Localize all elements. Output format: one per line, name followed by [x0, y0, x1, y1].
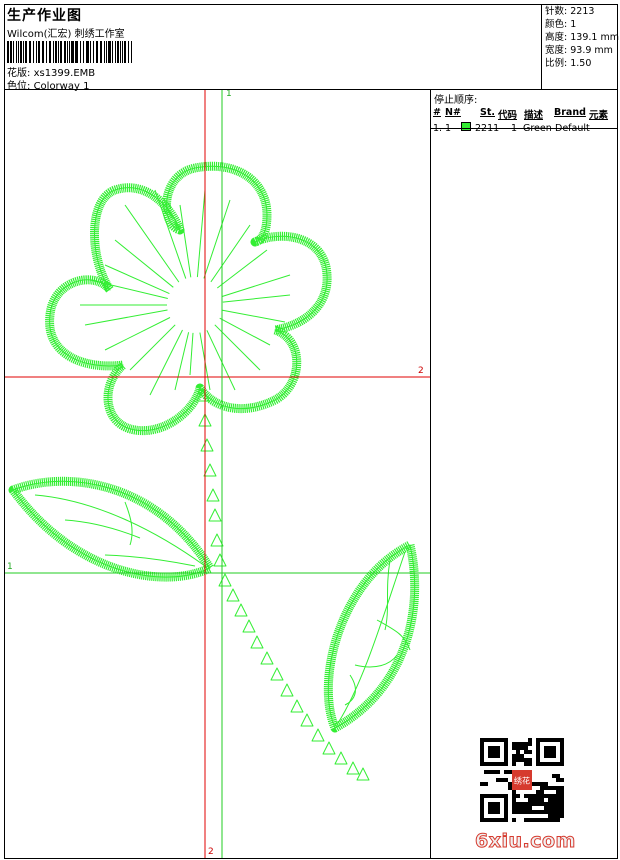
embroidery-drawing — [5, 90, 430, 858]
qr-badge-text: 绣花 — [514, 776, 530, 786]
page-title: 生产作业图 — [7, 8, 82, 24]
header-info: 生产作业图 Wilcom(汇宏) 刺绣工作室 花版: xs1399.EMB 色位… — [5, 5, 541, 92]
stat-width: 宽度: 93.9 mm — [545, 45, 613, 56]
stats-panel: 针数: 2213 颜色: 1 高度: 139.1 mm 宽度: 93.9 mm … — [541, 5, 619, 89]
axis-label-red-vertical: 2 — [208, 847, 214, 857]
axis-label-green-vertical: 1 — [226, 89, 232, 99]
subtitle: Wilcom(汇宏) 刺绣工作室 — [7, 29, 125, 40]
stat-scale: 比例: 1.50 — [545, 58, 592, 69]
col-element: 元素 — [589, 110, 609, 121]
header: 生产作业图 Wilcom(汇宏) 刺绣工作室 花版: xs1399.EMB 色位… — [4, 4, 619, 92]
col-needle: N# — [445, 107, 461, 118]
design-canvas: 1 2 1 2 — [4, 89, 431, 859]
stop-sequence-title: 停止顺序: — [434, 95, 478, 106]
barcode-icon — [7, 41, 132, 63]
col-brand: Brand — [554, 107, 586, 118]
stat-stitches: 针数: 2213 — [545, 6, 595, 17]
divider — [431, 128, 617, 129]
axis-label-red-horizontal: 2 — [418, 366, 424, 376]
col-code: 代码 — [498, 110, 518, 121]
stitch-outline — [8, 161, 420, 781]
col-stitches: St. — [480, 107, 495, 118]
watermark-logo: 6xiu.com — [475, 830, 576, 853]
stat-height: 高度: 139.1 mm — [545, 32, 619, 43]
axis-label-green-horizontal: 1 — [7, 562, 13, 572]
stop-sequence-panel: 停止顺序: # N# St. 代码 描述 Brand 元素 1. 1 2211 … — [430, 89, 618, 859]
stop-sequence-header: # N# St. 代码 描述 Brand 元素 — [431, 107, 617, 121]
stat-colors: 颜色: 1 — [545, 19, 577, 30]
qr-code-icon[interactable]: 绣花 — [480, 738, 564, 822]
col-index: # — [433, 107, 441, 118]
col-description: 描述 — [524, 110, 544, 121]
